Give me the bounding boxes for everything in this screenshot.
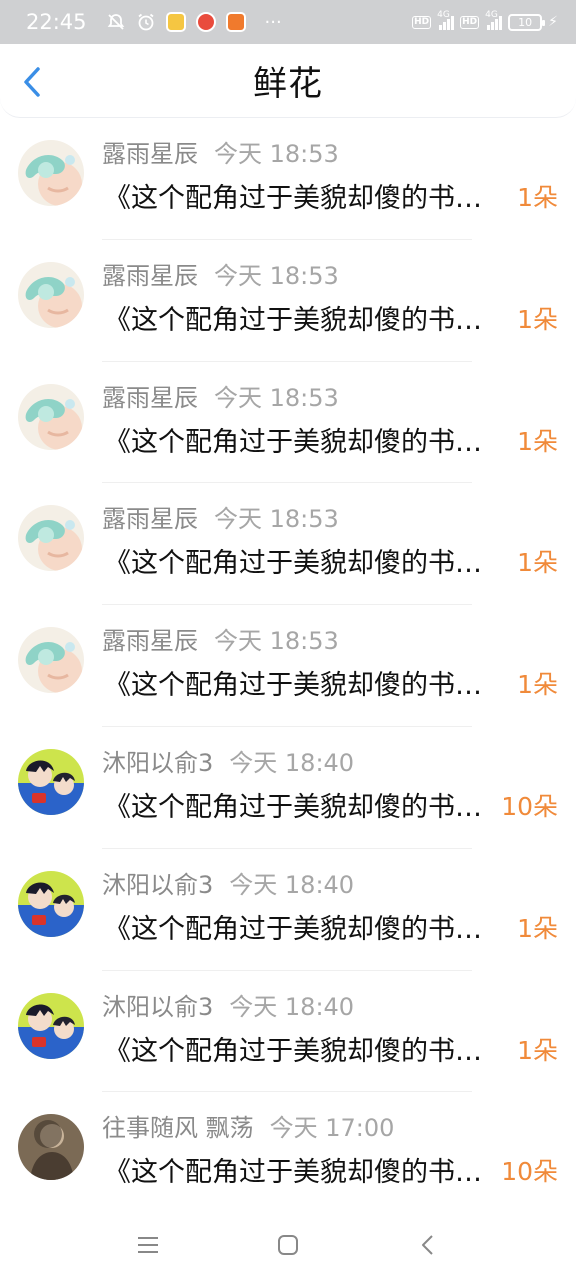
sender-name: 沐阳以俞3 今天 18:40 (102, 865, 354, 900)
list-item[interactable]: 沐阳以俞3 今天 18:40 《这个配角过于美貌却傻的书名很长很长10朵 (0, 727, 576, 849)
book-title: 《这个配角过于美貌却傻的书名很长很长 (104, 1035, 498, 1067)
status-right: HD 4G HD 4G 10 ⚡ (412, 10, 558, 31)
flower-count: 1朵 (517, 913, 558, 943)
status-time: 22:45 (26, 10, 87, 34)
timestamp: 今天 18:53 (214, 627, 339, 656)
sender-name: 沐阳以俞3 今天 18:40 (102, 987, 354, 1022)
nav-menu-button[interactable] (128, 1225, 168, 1265)
bell-muted-icon (105, 11, 127, 33)
signal-icon: 4G (485, 10, 503, 30)
book-title: 《这个配角过于美貌却傻的书名很长很长 (104, 1157, 498, 1189)
more-notifications-icon: ··· (264, 11, 282, 33)
flower-list: 露雨星辰今天 18:53《这个配角过于美貌却傻的书名很长很长1朵露雨星辰今天 1… (0, 118, 576, 1215)
list-item[interactable]: 沐阳以俞3 今天 18:40 《这个配角过于美貌却傻的书名很长很长 1朵 (0, 971, 576, 1093)
sender-name-text: 露雨星辰 (102, 505, 198, 534)
page-title: 鲜花 (253, 64, 323, 104)
app-notification-icon (225, 11, 247, 33)
timestamp: 今天 17:00 (269, 1114, 395, 1143)
signal-icon: 4G (437, 10, 455, 30)
status-bar: 22:45 ··· HD 4G HD 4G 10 ⚡ (0, 0, 576, 44)
list-item[interactable]: 往事随风 飘荡今天 17:00 《这个配角过于美貌却傻的书名很长很长10朵 (0, 1092, 576, 1215)
sender-name-text: 沐阳以俞3 (102, 870, 214, 899)
app-notification-icon (195, 11, 217, 33)
status-left: 22:45 ··· (26, 10, 412, 34)
flower-count: 1朵 (517, 548, 558, 578)
timestamp: 今天 18:40 (229, 870, 355, 899)
sender-name: 沐阳以俞3 今天 18:40 (102, 743, 354, 778)
sender-name-text: 沐阳以俞3 (102, 992, 214, 1021)
page-header: 鲜花 (0, 44, 576, 118)
system-nav-bar (0, 1210, 576, 1280)
book-title: 《这个配角过于美貌却傻的书名很长很长 (104, 670, 498, 702)
avatar[interactable] (18, 383, 84, 450)
list-item[interactable]: 沐阳以俞3 今天 18:40 《这个配角过于美貌却傻的书名很长很长 1朵 (0, 849, 576, 971)
sender-name: 露雨星辰 今天 18:53 (102, 378, 339, 413)
avatar[interactable] (18, 992, 84, 1059)
flower-count: 1朵 (517, 1035, 558, 1065)
avatar[interactable] (18, 261, 84, 328)
sender-name-text: 往事随风 飘荡 (102, 1114, 254, 1143)
sender-name-text: 露雨星辰 (102, 140, 198, 168)
book-title: 《这个配角过于美貌却傻的书名很长很长 (104, 791, 498, 823)
back-chevron-icon (422, 1235, 433, 1255)
sender-name-text: 沐阳以俞3 (102, 748, 214, 777)
sender-name: 往事随风 飘荡 今天 17:00 (102, 1108, 394, 1143)
flower-count: 1朵 (517, 183, 558, 212)
book-title: 《这个配角过于美貌却傻的书名很长很长 (104, 913, 498, 945)
nav-home-button[interactable] (268, 1225, 308, 1265)
sender-name-text: 露雨星辰 (102, 627, 198, 656)
avatar[interactable] (18, 140, 84, 206)
book-title: 《这个配角过于美貌却傻的书名很长很长 (104, 426, 498, 458)
hd-badge: HD (460, 15, 480, 29)
avatar[interactable] (18, 505, 84, 572)
timestamp: 今天 18:53 (214, 505, 339, 534)
book-title: 《这个配角过于美貌却傻的书名很长很长 (104, 183, 498, 214)
book-title: 《这个配角过于美貌却傻的书名很长很长 (104, 304, 498, 336)
list-item[interactable]: 露雨星辰今天 18:53 《这个配角过于美貌却傻的书名很长很长 1朵 (0, 240, 576, 362)
timestamp: 今天 18:40 (229, 748, 355, 777)
list-item[interactable]: 露雨星辰今天 18:53 《这个配角过于美貌却傻的书名很长很长 1朵 (0, 118, 576, 240)
avatar[interactable] (18, 748, 84, 815)
alarm-icon (135, 11, 157, 33)
timestamp: 今天 18:53 (214, 140, 339, 168)
flower-count: 10朵 (501, 1157, 558, 1187)
list-item[interactable]: 露雨星辰今天 18:53 《这个配角过于美貌却傻的书名很长很长 1朵 (0, 483, 576, 606)
flower-count: 1朵 (517, 304, 558, 334)
charging-icon: ⚡ (548, 14, 558, 30)
sender-name: 露雨星辰 今天 18:53 (102, 621, 339, 656)
menu-icon (138, 1237, 158, 1253)
battery-icon: 10 (508, 13, 546, 31)
sender-name: 露雨星辰 今天 18:53 (102, 256, 339, 291)
book-title: 《这个配角过于美貌却傻的书名很长很长 (104, 548, 498, 580)
timestamp: 今天 18:53 (214, 383, 339, 412)
sender-name: 露雨星辰 今天 18:53 (102, 499, 339, 534)
app-notification-icon (165, 11, 187, 33)
nav-back-button[interactable] (408, 1225, 448, 1265)
flower-count: 1朵 (517, 670, 558, 700)
hd-badge: HD (412, 15, 432, 29)
list-item[interactable]: 露雨星辰今天 18:53 《这个配角过于美貌却傻的书名很长很长 1朵 (0, 605, 576, 727)
back-button[interactable] (14, 62, 50, 102)
sender-name-text: 露雨星辰 (102, 383, 198, 412)
flower-count: 1朵 (517, 426, 558, 456)
timestamp: 今天 18:53 (214, 261, 339, 290)
flower-count: 10朵 (501, 791, 558, 821)
list-item[interactable]: 露雨星辰今天 18:53 《这个配角过于美貌却傻的书名很长很长 1朵 (0, 362, 576, 484)
chevron-left-icon (24, 67, 40, 97)
avatar[interactable] (18, 870, 84, 937)
avatar[interactable] (18, 1114, 84, 1181)
sender-name-text: 露雨星辰 (102, 261, 198, 290)
home-square-icon (278, 1235, 298, 1255)
sender-name: 露雨星辰 今天 18:53 (102, 134, 339, 169)
avatar[interactable] (18, 627, 84, 694)
timestamp: 今天 18:40 (229, 992, 355, 1021)
